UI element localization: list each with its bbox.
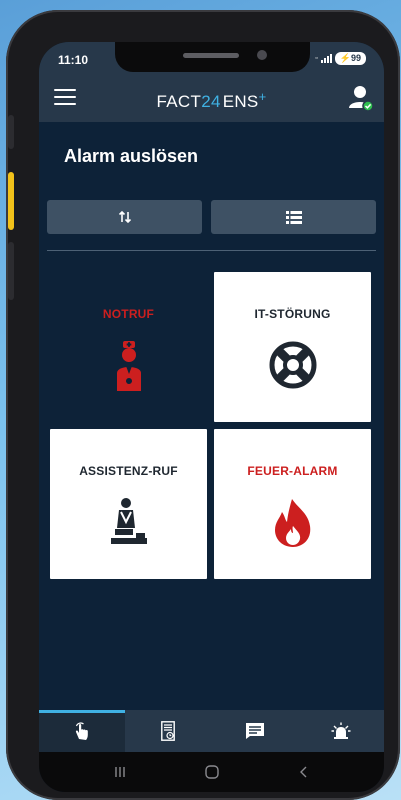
home-icon[interactable] xyxy=(204,764,220,780)
speaker-slot xyxy=(183,53,239,58)
status-bar: 11:10 ▫ ⚡99 xyxy=(39,42,384,76)
camera-notch xyxy=(115,42,310,72)
battery-level: 99 xyxy=(350,53,361,63)
touch-hand-icon xyxy=(76,722,88,740)
nav-trigger-alarm[interactable] xyxy=(39,710,126,752)
logo-plus: + xyxy=(258,89,267,104)
user-check-icon xyxy=(349,86,374,112)
nav-messages[interactable] xyxy=(212,710,298,752)
back-icon[interactable] xyxy=(298,765,310,779)
logo-ens: ENS xyxy=(222,92,259,111)
fire-icon xyxy=(274,499,310,547)
page-title: Alarm auslösen xyxy=(64,146,199,166)
bottom-nav xyxy=(39,710,384,752)
sort-arrows-icon xyxy=(118,210,131,224)
list-view-button[interactable] xyxy=(211,200,376,234)
status-time: 11:10 xyxy=(58,53,89,67)
tile-it-stoerung[interactable]: IT-STÖRUNG xyxy=(214,272,371,422)
logo-fact: FACT xyxy=(156,92,202,111)
front-camera xyxy=(257,50,267,60)
app-logo: FACT24 ENS+ xyxy=(39,89,384,112)
status-icons: ▫ ⚡99 xyxy=(315,52,366,65)
phone-side-button xyxy=(8,115,14,149)
tile-label: IT-STÖRUNG xyxy=(254,307,331,321)
tile-label: ASSISTENZ-RUF xyxy=(79,464,178,478)
recent-apps-icon[interactable] xyxy=(113,765,127,779)
user-profile-button[interactable] xyxy=(348,84,374,112)
phone-screen: 11:10 ▫ ⚡99 FACT24 ENS+ Alarm auslösen N… xyxy=(39,42,384,792)
sort-button[interactable] xyxy=(47,200,202,234)
nav-reports[interactable] xyxy=(125,710,211,752)
nav-alarms[interactable] xyxy=(298,710,384,752)
phone-power-button xyxy=(8,242,14,300)
battery-indicator: ⚡99 xyxy=(334,52,366,65)
nurse-icon xyxy=(116,341,141,391)
phone-volume-button xyxy=(8,172,14,230)
tile-assistenz-ruf[interactable]: ASSISTENZ-RUF xyxy=(50,429,207,579)
app-bar: FACT24 ENS+ xyxy=(39,76,384,122)
logo-number: 24 xyxy=(201,92,221,111)
tile-label: NOTRUF xyxy=(102,307,155,321)
phone-frame: 11:10 ▫ ⚡99 FACT24 ENS+ Alarm auslösen N… xyxy=(6,10,400,800)
list-icon xyxy=(285,210,302,224)
tile-label: FEUER-ALARM xyxy=(247,464,338,478)
lifebuoy-icon xyxy=(269,341,316,389)
system-nav-bar xyxy=(39,752,384,792)
battery-bolt-icon: ⚡ xyxy=(339,53,351,63)
divider xyxy=(47,250,376,251)
document-clock-icon xyxy=(161,721,176,741)
tile-feuer-alarm[interactable]: FEUER-ALARM xyxy=(214,429,371,579)
tile-notruf[interactable]: NOTRUF xyxy=(50,272,207,422)
chat-icon xyxy=(245,723,264,739)
data-icon: ▫ xyxy=(315,55,318,62)
alarm-bell-icon xyxy=(331,722,351,739)
cpr-icon xyxy=(110,498,147,544)
signal-icon xyxy=(320,54,332,63)
